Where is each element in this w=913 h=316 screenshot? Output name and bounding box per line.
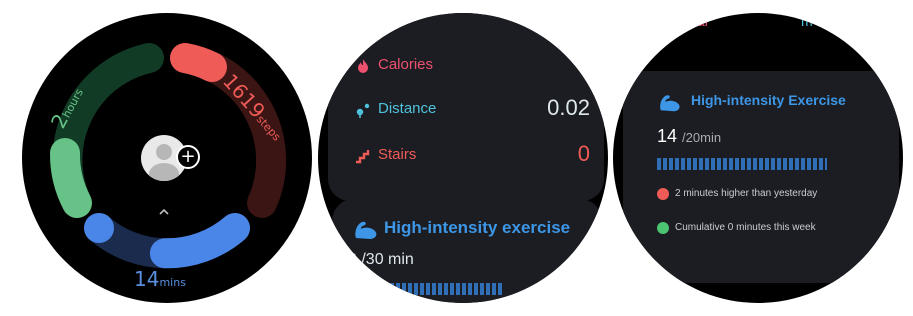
high-intensity-goal: /20min bbox=[682, 130, 722, 145]
mins-value: 14 bbox=[134, 267, 160, 291]
high-intensity-progress-text: 14 /20min bbox=[657, 126, 721, 147]
watch-face-activity-rings: 1619steps 2hours 14mins + bbox=[22, 13, 312, 303]
summary-strip: kcal m bbox=[683, 13, 873, 35]
kcal-label: kcal bbox=[683, 13, 708, 29]
avatar-body bbox=[149, 163, 179, 181]
chevron-up-icon[interactable] bbox=[158, 206, 170, 218]
high-intensity-title: High-intensity exercise bbox=[384, 218, 571, 237]
high-intensity-count: 14 bbox=[657, 126, 678, 146]
clock-icon bbox=[657, 222, 669, 234]
high-intensity-count: 0 bbox=[348, 251, 357, 268]
flame-icon bbox=[358, 59, 368, 73]
distance-value: 0.02 bbox=[547, 95, 590, 120]
stairs-icon bbox=[356, 150, 370, 164]
cumulative-text: Cumulative 0 minutes this week bbox=[675, 222, 816, 233]
mins-label: 14mins bbox=[134, 267, 186, 291]
distance-unit-label: m bbox=[801, 13, 813, 29]
calories-label: Calories bbox=[378, 56, 434, 73]
high-intensity-progress-text: 0 /30 min bbox=[348, 251, 414, 269]
stairs-label: Stairs bbox=[378, 146, 417, 163]
avatar-head bbox=[156, 144, 172, 160]
arrow-up-circle-icon bbox=[657, 188, 669, 200]
high-intensity-progress-bar bbox=[657, 158, 827, 170]
metric-row-stairs[interactable]: Stairs 0 bbox=[354, 141, 590, 173]
flexed-arm-icon bbox=[355, 221, 377, 239]
steps-ring-progress bbox=[170, 43, 227, 82]
screenshot-stage: 1619steps 2hours 14mins + Calories 0 Dis… bbox=[0, 0, 913, 316]
watch-face-metrics: Calories 0 Distance 0.02 Stairs 0 High-i… bbox=[318, 13, 608, 303]
comparison-row: 2 minutes higher than yesterday bbox=[657, 187, 887, 203]
distance-pin-icon bbox=[356, 103, 370, 118]
comparison-text: 2 minutes higher than yesterday bbox=[675, 188, 818, 199]
plus-circle-icon[interactable]: + bbox=[176, 145, 200, 169]
distance-label: Distance bbox=[378, 100, 437, 117]
high-intensity-progress-bar bbox=[348, 283, 502, 295]
metric-row-calories[interactable]: Calories 0 bbox=[354, 51, 590, 83]
cumulative-row: Cumulative 0 minutes this week bbox=[657, 221, 887, 237]
mins-unit: mins bbox=[159, 276, 186, 289]
high-intensity-title: High-intensity Exercise bbox=[691, 92, 846, 108]
watch-face-exercise-detail: kcal m High-intensity Exercise 14 /20min… bbox=[613, 13, 903, 303]
calories-value: 0 bbox=[577, 51, 590, 76]
high-intensity-goal: /30 min bbox=[361, 251, 414, 268]
hours-ring-progress bbox=[50, 138, 92, 218]
metric-row-distance[interactable]: Distance 0.02 bbox=[354, 95, 590, 127]
stairs-value: 0 bbox=[577, 141, 590, 166]
flexed-arm-icon bbox=[660, 95, 680, 112]
